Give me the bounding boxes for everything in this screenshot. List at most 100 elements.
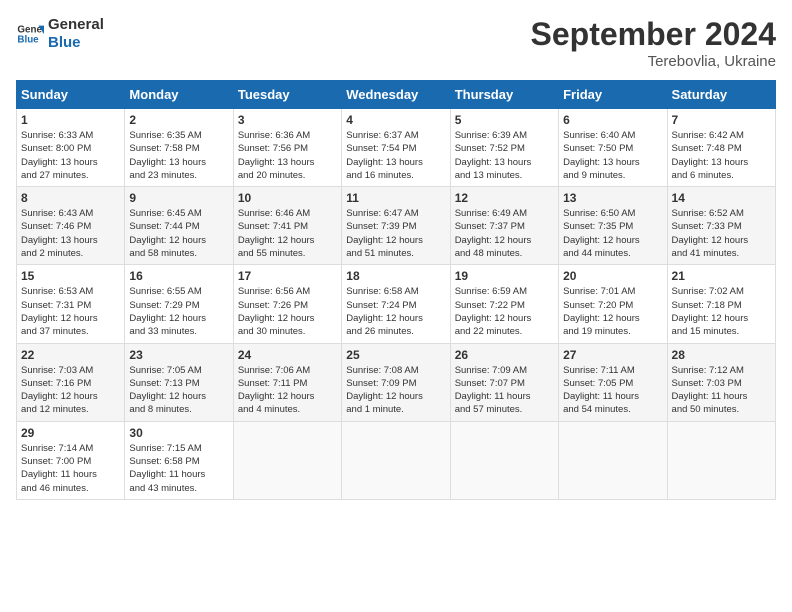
- day-info: Sunrise: 7:03 AM Sunset: 7:16 PM Dayligh…: [21, 364, 120, 417]
- day-info: Sunrise: 7:14 AM Sunset: 7:00 PM Dayligh…: [21, 442, 120, 495]
- day-cell: [233, 421, 341, 499]
- day-number: 30: [129, 426, 228, 440]
- day-info: Sunrise: 7:06 AM Sunset: 7:11 PM Dayligh…: [238, 364, 337, 417]
- day-info: Sunrise: 6:52 AM Sunset: 7:33 PM Dayligh…: [672, 207, 771, 260]
- col-header-tuesday: Tuesday: [233, 81, 341, 109]
- day-cell: 14 Sunrise: 6:52 AM Sunset: 7:33 PM Dayli…: [667, 187, 775, 265]
- week-row-1: 1 Sunrise: 6:33 AM Sunset: 8:00 PM Daylig…: [17, 109, 776, 187]
- day-number: 18: [346, 269, 445, 283]
- day-info: Sunrise: 6:39 AM Sunset: 7:52 PM Dayligh…: [455, 129, 554, 182]
- day-number: 26: [455, 348, 554, 362]
- week-row-5: 29 Sunrise: 7:14 AM Sunset: 7:00 PM Dayli…: [17, 421, 776, 499]
- day-cell: 20 Sunrise: 7:01 AM Sunset: 7:20 PM Dayli…: [559, 265, 667, 343]
- day-number: 29: [21, 426, 120, 440]
- day-info: Sunrise: 6:45 AM Sunset: 7:44 PM Dayligh…: [129, 207, 228, 260]
- day-number: 25: [346, 348, 445, 362]
- day-cell: 25Sunrise: 7:08 AM Sunset: 7:09 PM Dayli…: [342, 343, 450, 421]
- day-info: Sunrise: 6:33 AM Sunset: 8:00 PM Dayligh…: [21, 129, 120, 182]
- day-info: Sunrise: 6:37 AM Sunset: 7:54 PM Dayligh…: [346, 129, 445, 182]
- page-header: General Blue General Blue September 2024…: [16, 16, 776, 70]
- day-info: Sunrise: 7:05 AM Sunset: 7:13 PM Dayligh…: [129, 364, 228, 417]
- day-info: Sunrise: 7:12 AM Sunset: 7:03 PM Dayligh…: [672, 364, 771, 417]
- day-cell: 16Sunrise: 6:55 AM Sunset: 7:29 PM Dayli…: [125, 265, 233, 343]
- day-info: Sunrise: 7:15 AM Sunset: 6:58 PM Dayligh…: [129, 442, 228, 495]
- day-cell: 30 Sunrise: 7:15 AM Sunset: 6:58 PM Dayli…: [125, 421, 233, 499]
- day-cell: 8Sunrise: 6:43 AM Sunset: 7:46 PM Daylig…: [17, 187, 125, 265]
- day-cell: 7 Sunrise: 6:42 AM Sunset: 7:48 PM Daylig…: [667, 109, 775, 187]
- day-number: 13: [563, 191, 662, 205]
- day-info: Sunrise: 6:55 AM Sunset: 7:29 PM Dayligh…: [129, 285, 228, 338]
- day-number: 14: [672, 191, 771, 205]
- day-number: 2: [129, 113, 228, 127]
- day-cell: 18 Sunrise: 6:58 AM Sunset: 7:24 PM Dayli…: [342, 265, 450, 343]
- day-info: Sunrise: 7:02 AM Sunset: 7:18 PM Dayligh…: [672, 285, 771, 338]
- day-info: Sunrise: 7:11 AM Sunset: 7:05 PM Dayligh…: [563, 364, 662, 417]
- day-info: Sunrise: 6:59 AM Sunset: 7:22 PM Dayligh…: [455, 285, 554, 338]
- header-row: SundayMondayTuesdayWednesdayThursdayFrid…: [17, 81, 776, 109]
- day-info: Sunrise: 6:40 AM Sunset: 7:50 PM Dayligh…: [563, 129, 662, 182]
- day-cell: 26 Sunrise: 7:09 AM Sunset: 7:07 PM Dayli…: [450, 343, 558, 421]
- day-info: Sunrise: 6:35 AM Sunset: 7:58 PM Dayligh…: [129, 129, 228, 182]
- col-header-sunday: Sunday: [17, 81, 125, 109]
- day-cell: [559, 421, 667, 499]
- day-info: Sunrise: 6:43 AM Sunset: 7:46 PM Dayligh…: [21, 207, 120, 260]
- logo: General Blue General Blue: [16, 16, 104, 52]
- day-number: 6: [563, 113, 662, 127]
- day-number: 28: [672, 348, 771, 362]
- day-cell: 3Sunrise: 6:36 AM Sunset: 7:56 PM Daylig…: [233, 109, 341, 187]
- day-info: Sunrise: 6:53 AM Sunset: 7:31 PM Dayligh…: [21, 285, 120, 338]
- day-cell: 27 Sunrise: 7:11 AM Sunset: 7:05 PM Dayli…: [559, 343, 667, 421]
- day-number: 19: [455, 269, 554, 283]
- day-info: Sunrise: 6:56 AM Sunset: 7:26 PM Dayligh…: [238, 285, 337, 338]
- month-title: September 2024: [531, 16, 776, 53]
- week-row-3: 15 Sunrise: 6:53 AM Sunset: 7:31 PM Dayli…: [17, 265, 776, 343]
- day-number: 23: [129, 348, 228, 362]
- day-number: 3: [238, 113, 337, 127]
- col-header-thursday: Thursday: [450, 81, 558, 109]
- day-cell: 9 Sunrise: 6:45 AM Sunset: 7:44 PM Daylig…: [125, 187, 233, 265]
- day-number: 9: [129, 191, 228, 205]
- day-cell: 5 Sunrise: 6:39 AM Sunset: 7:52 PM Daylig…: [450, 109, 558, 187]
- day-number: 11: [346, 191, 445, 205]
- day-info: Sunrise: 7:09 AM Sunset: 7:07 PM Dayligh…: [455, 364, 554, 417]
- day-number: 27: [563, 348, 662, 362]
- logo-icon: General Blue: [16, 20, 44, 48]
- title-area: September 2024 Terebovlia, Ukraine: [531, 16, 776, 70]
- day-number: 24: [238, 348, 337, 362]
- day-number: 15: [21, 269, 120, 283]
- day-cell: 13Sunrise: 6:50 AM Sunset: 7:35 PM Dayli…: [559, 187, 667, 265]
- day-info: Sunrise: 6:42 AM Sunset: 7:48 PM Dayligh…: [672, 129, 771, 182]
- day-cell: 11Sunrise: 6:47 AM Sunset: 7:39 PM Dayli…: [342, 187, 450, 265]
- day-cell: 15 Sunrise: 6:53 AM Sunset: 7:31 PM Dayli…: [17, 265, 125, 343]
- day-cell: 6 Sunrise: 6:40 AM Sunset: 7:50 PM Daylig…: [559, 109, 667, 187]
- day-cell: 24 Sunrise: 7:06 AM Sunset: 7:11 PM Dayli…: [233, 343, 341, 421]
- day-info: Sunrise: 6:58 AM Sunset: 7:24 PM Dayligh…: [346, 285, 445, 338]
- day-number: 20: [563, 269, 662, 283]
- day-cell: 28 Sunrise: 7:12 AM Sunset: 7:03 PM Dayli…: [667, 343, 775, 421]
- day-cell: 17 Sunrise: 6:56 AM Sunset: 7:26 PM Dayli…: [233, 265, 341, 343]
- day-number: 17: [238, 269, 337, 283]
- day-cell: 19 Sunrise: 6:59 AM Sunset: 7:22 PM Dayli…: [450, 265, 558, 343]
- day-number: 10: [238, 191, 337, 205]
- day-cell: 2 Sunrise: 6:35 AM Sunset: 7:58 PM Daylig…: [125, 109, 233, 187]
- day-number: 12: [455, 191, 554, 205]
- day-number: 4: [346, 113, 445, 127]
- day-number: 7: [672, 113, 771, 127]
- day-cell: 10Sunrise: 6:46 AM Sunset: 7:41 PM Dayli…: [233, 187, 341, 265]
- day-cell: [667, 421, 775, 499]
- day-cell: 21 Sunrise: 7:02 AM Sunset: 7:18 PM Dayli…: [667, 265, 775, 343]
- day-info: Sunrise: 7:01 AM Sunset: 7:20 PM Dayligh…: [563, 285, 662, 338]
- day-info: Sunrise: 6:49 AM Sunset: 7:37 PM Dayligh…: [455, 207, 554, 260]
- day-cell: 29 Sunrise: 7:14 AM Sunset: 7:00 PM Dayli…: [17, 421, 125, 499]
- day-cell: 23 Sunrise: 7:05 AM Sunset: 7:13 PM Dayli…: [125, 343, 233, 421]
- week-row-4: 22Sunrise: 7:03 AM Sunset: 7:16 PM Dayli…: [17, 343, 776, 421]
- day-cell: 4 Sunrise: 6:37 AM Sunset: 7:54 PM Daylig…: [342, 109, 450, 187]
- location-title: Terebovlia, Ukraine: [531, 53, 776, 70]
- col-header-wednesday: Wednesday: [342, 81, 450, 109]
- day-number: 5: [455, 113, 554, 127]
- day-number: 1: [21, 113, 120, 127]
- day-number: 21: [672, 269, 771, 283]
- logo-general: General: [48, 16, 104, 33]
- col-header-friday: Friday: [559, 81, 667, 109]
- day-cell: [450, 421, 558, 499]
